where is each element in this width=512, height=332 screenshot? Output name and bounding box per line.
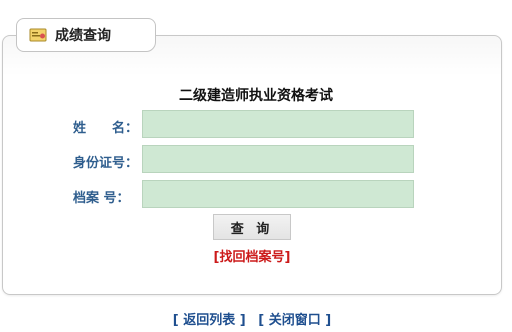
certificate-icon: [29, 27, 47, 43]
file-number-label: 档案 号：: [73, 191, 130, 206]
file-number-field[interactable]: [142, 180, 414, 208]
name-label: 姓 名：: [73, 121, 139, 136]
back-to-list-link[interactable]: [ 返回列表 ]: [173, 313, 246, 328]
tab-title: 成绩查询: [55, 28, 111, 44]
query-button[interactable]: 查 询: [213, 214, 291, 240]
name-field[interactable]: [142, 110, 414, 138]
recover-file-number-link[interactable]: [找回档案号]: [0, 246, 504, 265]
id-number-label: 身份证号：: [73, 156, 139, 171]
form-heading: 二级建造师执业资格考试: [179, 88, 333, 104]
id-number-field[interactable]: [142, 145, 414, 173]
tab-score-query: 成绩查询: [16, 18, 156, 52]
footer-links: [ 返回列表 ] [ 关闭窗口 ]: [0, 309, 504, 328]
close-window-link[interactable]: [ 关闭窗口 ]: [258, 313, 331, 328]
